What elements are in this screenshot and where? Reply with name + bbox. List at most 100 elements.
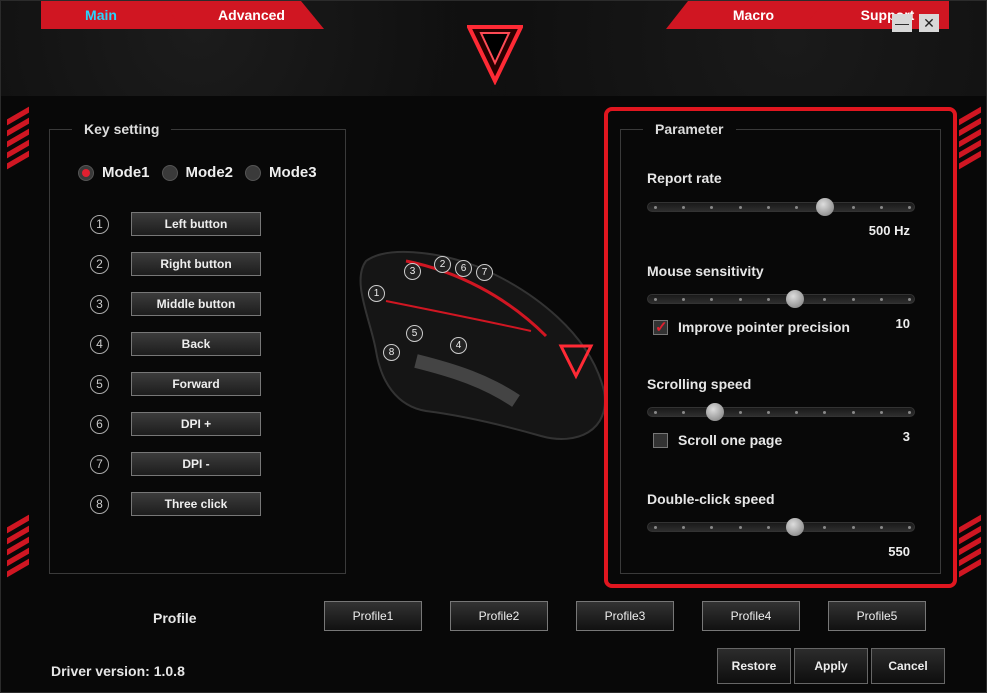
- slider-tick: [682, 526, 686, 529]
- slider-tick: [738, 526, 742, 529]
- key-button-middle[interactable]: Middle button: [131, 292, 261, 316]
- key-number-8: 8: [90, 494, 109, 514]
- report-rate-value: 500 Hz: [868, 223, 910, 238]
- slider-knob[interactable]: [786, 290, 805, 308]
- report-rate-label: Report rate: [647, 170, 722, 186]
- key-row-8: 8 Three click: [90, 492, 261, 516]
- key-button-back[interactable]: Back: [131, 332, 261, 356]
- mode-1-radio[interactable]: Mode1: [78, 164, 150, 181]
- mouse-sensitivity-slider[interactable]: [647, 290, 915, 308]
- driver-version-value: 1.0.8: [153, 663, 185, 679]
- slider-tick: [710, 206, 714, 209]
- scrolling-speed-slider[interactable]: [647, 403, 915, 421]
- profile-label: Profile: [153, 610, 197, 626]
- brand-logo-icon: [467, 25, 523, 85]
- report-rate-slider[interactable]: [647, 198, 915, 216]
- double-click-speed-slider[interactable]: [647, 518, 915, 536]
- key-row-4: 4 Back: [90, 332, 261, 356]
- slider-tick: [654, 526, 657, 529]
- driver-version: Driver version: 1.0.8: [51, 663, 185, 679]
- mode-3-radio[interactable]: Mode3: [245, 164, 317, 181]
- slider-tick: [851, 298, 855, 301]
- slider-tick: [795, 411, 799, 414]
- slider-tick: [766, 206, 770, 209]
- slider-tick: [766, 526, 770, 529]
- slider-tick: [738, 206, 742, 209]
- mouse-callout-6: 6: [455, 260, 472, 277]
- slider-tick: [908, 526, 911, 529]
- profile-2-button[interactable]: Profile2: [450, 601, 548, 631]
- slider-tick: [682, 298, 686, 301]
- key-row-6: 6 DPI +: [90, 412, 261, 436]
- slider-tick: [682, 206, 686, 209]
- mouse-illustration: 1 2 3 4 5 6 7 8: [346, 241, 611, 451]
- key-button-dpi-plus[interactable]: DPI +: [131, 412, 261, 436]
- mode-group: Mode1 Mode2 Mode3: [78, 164, 317, 181]
- key-row-7: 7 DPI -: [90, 452, 261, 476]
- profile-3-button[interactable]: Profile3: [576, 601, 674, 631]
- radio-icon: [161, 164, 178, 181]
- key-setting-title: Key setting: [72, 121, 172, 137]
- close-button[interactable]: ✕: [919, 14, 939, 32]
- key-number-7: 7: [90, 454, 109, 474]
- slider-tick: [738, 298, 742, 301]
- key-number-4: 4: [90, 334, 109, 354]
- radio-icon: [78, 164, 94, 181]
- slider-tick: [682, 411, 686, 414]
- tab-advanced[interactable]: Advanced: [161, 1, 324, 29]
- key-row-2: 2 Right button: [90, 252, 261, 276]
- key-setting-panel: Key setting Mode1 Mode2 Mode3 1 Left but…: [49, 121, 346, 574]
- key-number-6: 6: [90, 414, 109, 434]
- slider-tick: [710, 526, 714, 529]
- slider-tick: [908, 411, 911, 414]
- slider-tick: [654, 298, 657, 301]
- mode-3-label: Mode3: [269, 164, 317, 181]
- profile-1-button[interactable]: Profile1: [324, 601, 422, 631]
- slider-tick: [879, 206, 883, 209]
- apply-button[interactable]: Apply: [794, 648, 868, 684]
- slider-knob[interactable]: [706, 403, 724, 421]
- mouse-callout-4: 4: [450, 337, 467, 354]
- mouse-callout-3: 3: [404, 263, 421, 280]
- restore-button[interactable]: Restore: [717, 648, 791, 684]
- scroll-one-page-checkbox[interactable]: Scroll one page: [653, 432, 782, 448]
- decor-stripes-left-bottom: [7, 514, 29, 581]
- key-button-right[interactable]: Right button: [131, 252, 261, 276]
- slider-tick: [851, 206, 855, 209]
- checkbox-unchecked-icon: [653, 432, 668, 448]
- slider-knob[interactable]: [786, 518, 805, 536]
- decor-stripes-right-bottom: [959, 514, 981, 581]
- slider-tick: [879, 411, 883, 414]
- scrolling-speed-value: 3: [902, 429, 910, 444]
- profile-4-button[interactable]: Profile4: [702, 601, 800, 631]
- slider-tick: [908, 298, 911, 301]
- slider-tick: [879, 526, 883, 529]
- slider-tick: [766, 411, 770, 414]
- slider-tick: [851, 526, 855, 529]
- mouse-callout-5: 5: [406, 325, 423, 342]
- slider-tick: [823, 298, 827, 301]
- mode-2-radio[interactable]: Mode2: [161, 164, 233, 181]
- slider-tick: [823, 526, 827, 529]
- slider-knob[interactable]: [815, 198, 834, 216]
- mouse-sensitivity-label: Mouse sensitivity: [647, 263, 764, 279]
- key-button-left[interactable]: Left button: [131, 212, 261, 236]
- scroll-one-page-label: Scroll one page: [678, 432, 783, 448]
- key-button-three-click[interactable]: Three click: [131, 492, 261, 516]
- mouse-callout-2: 2: [434, 256, 451, 273]
- mouse-callout-1: 1: [368, 285, 385, 302]
- key-button-forward[interactable]: Forward: [131, 372, 261, 396]
- key-row-3: 3 Middle button: [90, 292, 261, 316]
- improve-precision-checkbox[interactable]: Improve pointer precision: [653, 318, 850, 336]
- profile-5-button[interactable]: Profile5: [828, 601, 926, 631]
- slider-tick: [851, 411, 855, 414]
- mouse-callout-8: 8: [383, 344, 400, 361]
- slider-tick: [766, 298, 770, 301]
- cancel-button[interactable]: Cancel: [871, 648, 945, 684]
- slider-tick: [879, 298, 883, 301]
- slider-tick: [823, 411, 827, 414]
- mode-1-label: Mode1: [102, 164, 150, 181]
- key-number-3: 3: [90, 294, 109, 314]
- key-button-dpi-minus[interactable]: DPI -: [131, 452, 261, 476]
- minimize-button[interactable]: —: [892, 14, 912, 32]
